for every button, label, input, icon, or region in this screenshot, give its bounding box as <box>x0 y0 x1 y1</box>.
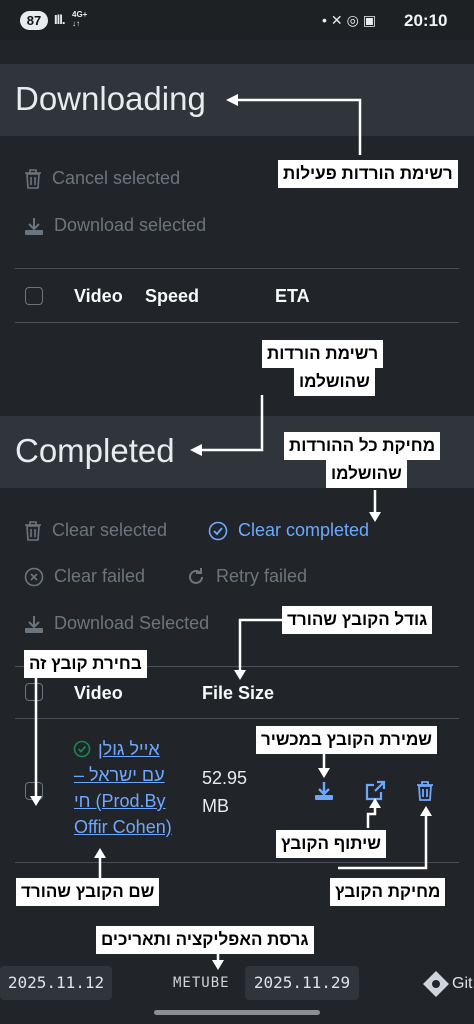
annotation-versions: גרסת האפליקציה ותאריכים <box>96 926 314 954</box>
annotation-save-file: שמירת הקובץ במכשיר <box>256 726 437 754</box>
annotation-arrows <box>30 94 432 970</box>
annotation-file-name: שם הקובץ שהורד <box>16 878 160 906</box>
annotation-share-file: שיתוף הקובץ <box>276 830 386 858</box>
annotation-select-file: בחירת קובץ זה <box>24 650 147 678</box>
annotation-clear-all-2: שהושלמו <box>326 460 407 488</box>
annotation-clear-all-1: מחיקת כל ההורדות <box>284 432 441 460</box>
annotation-completed-list-1: רשימת הורדות <box>262 340 384 368</box>
annotation-completed-list-2: שהושלמו <box>294 368 375 396</box>
annotation-active-list: רשימת הורדות פעילות <box>278 160 458 188</box>
annotation-delete-file: מחיקת הקובץ <box>330 878 446 906</box>
annotation-file-size: גודל הקובץ שהורד <box>282 606 433 634</box>
